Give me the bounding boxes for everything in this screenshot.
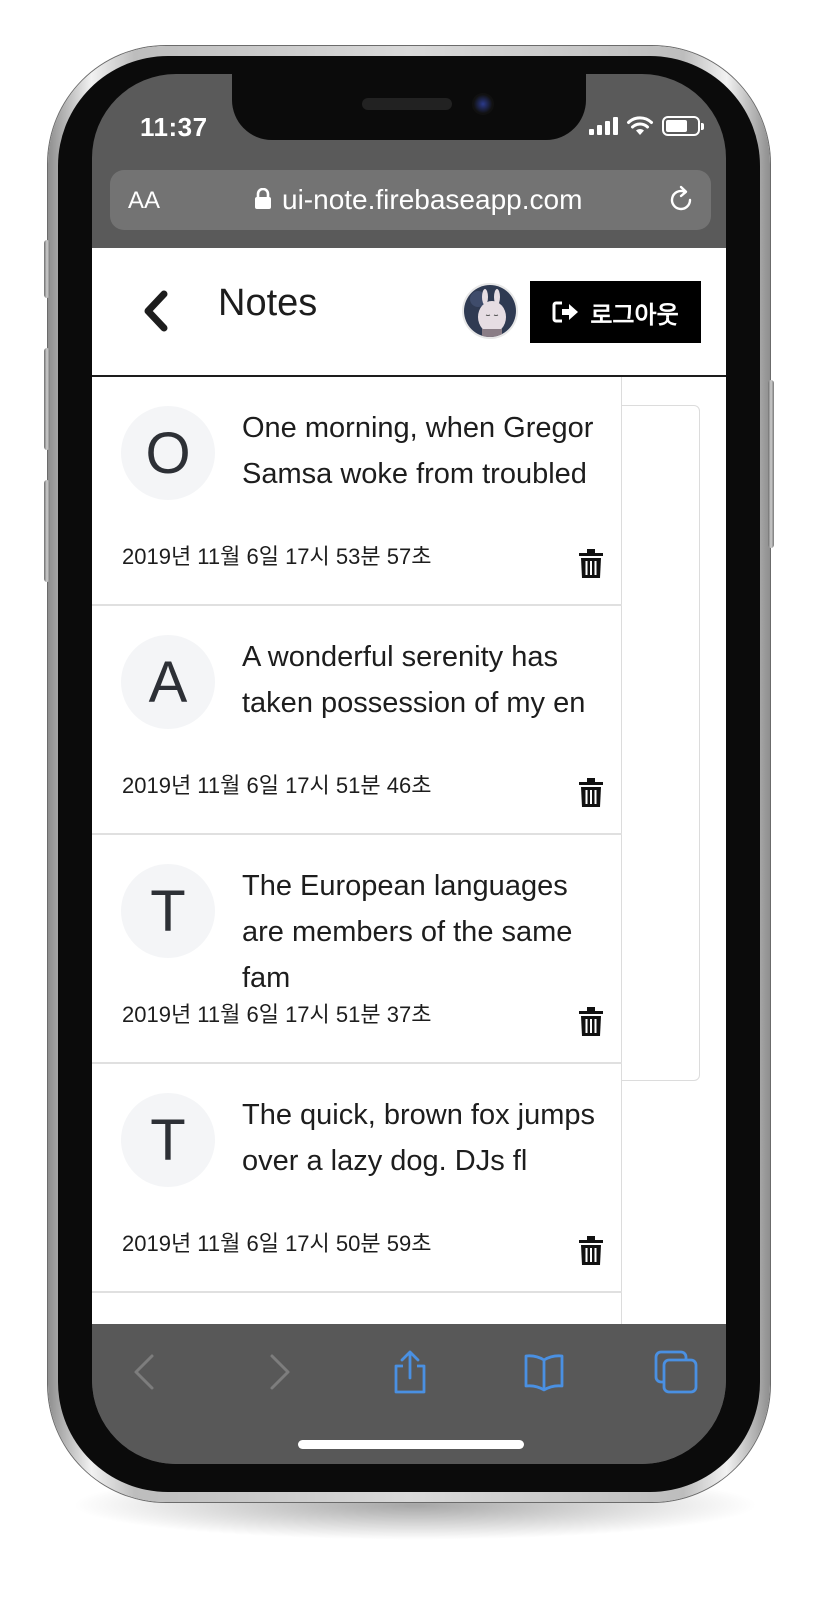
logout-button[interactable]: 로그아웃 [530,281,701,343]
note-initial-avatar: A [121,635,215,729]
url-text[interactable]: ui-note.firebaseapp.com [282,184,582,216]
note-item[interactable]: T The European languages are members of … [92,835,622,1064]
sign-out-icon [552,301,579,323]
note-date: 2019년 11월 6일 17시 51분 46초 [122,773,432,798]
note-initial-avatar: O [121,406,215,500]
cellular-signal-icon [589,117,618,135]
back-arrow-icon[interactable] [124,1350,168,1394]
trash-icon[interactable] [579,1236,603,1266]
status-icons [589,116,704,136]
note-preview-text: One morning, when Gregor Samsa woke from… [242,412,594,490]
logout-label: 로그아웃 [590,301,679,329]
front-camera [472,93,494,115]
user-avatar[interactable] [462,283,518,339]
text-size-button[interactable]: AA [128,187,160,215]
note-item[interactable]: T The quick, brown fox jumps over a lazy… [92,1064,622,1293]
volume-down-button [44,480,50,582]
browser-toolbar [92,1324,726,1464]
reload-icon[interactable] [665,184,697,216]
web-page: Notes 로그아웃 O One morning, when Gregor Sa… [92,248,726,1324]
note-date: 2019년 11월 6일 17시 51분 37초 [122,1002,432,1027]
bookmarks-icon[interactable] [522,1350,566,1394]
note-initial-avatar: T [121,864,215,958]
notch [232,74,586,140]
forward-arrow-icon[interactable] [256,1350,300,1394]
page-title: Notes [218,282,318,324]
avatar-image [464,285,516,337]
power-button [768,380,774,548]
wifi-icon [627,116,653,135]
address-bar[interactable]: AA ui-note.firebaseapp.com [110,170,711,230]
lock-icon [255,188,271,209]
note-item[interactable]: A A wonderful serenity has taken possess… [92,606,622,835]
back-chevron-icon[interactable] [140,290,172,332]
notes-list: O One morning, when Gregor Samsa woke fr… [92,377,622,1324]
note-preview-text: The European languages are members of th… [242,870,573,994]
status-time: 11:37 [140,112,208,142]
note-date: 2019년 11월 6일 17시 50분 59초 [122,1231,432,1256]
battery-icon [662,116,704,136]
note-preview-text: The quick, brown fox jumps over a lazy d… [242,1099,595,1177]
tabs-icon[interactable] [654,1350,698,1394]
trash-icon[interactable] [579,778,603,808]
home-indicator [298,1440,524,1449]
note-date: 2019년 11월 6일 17시 53분 57초 [122,544,432,569]
speaker-grille [362,98,452,110]
volume-up-button [44,348,50,450]
app-header: Notes 로그아웃 [92,248,726,377]
phone-screen: 11:37 AA ui-note.firebaseapp.com Notes 로… [92,74,726,1464]
note-preview-text: A wonderful serenity has taken possessio… [242,641,586,719]
mute-switch [44,240,50,298]
share-icon[interactable] [388,1350,432,1394]
trash-icon[interactable] [579,549,603,579]
note-initial-avatar: T [121,1093,215,1187]
trash-icon[interactable] [579,1007,603,1037]
note-item[interactable]: O One morning, when Gregor Samsa woke fr… [92,377,622,606]
